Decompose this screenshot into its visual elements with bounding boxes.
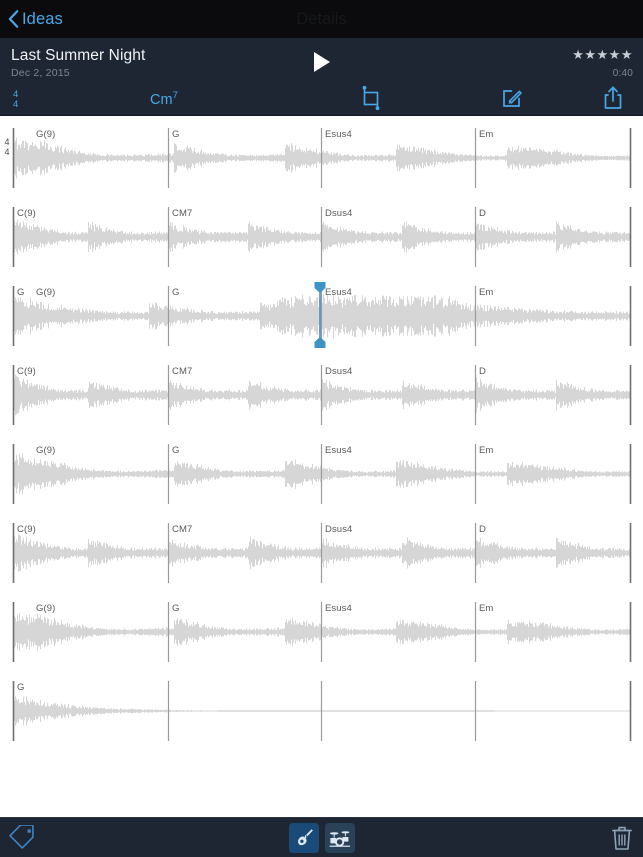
waveform-canvas <box>0 117 643 196</box>
star-rating[interactable]: ★★★★★ <box>572 48 633 61</box>
key-signature-button[interactable]: Cm7 <box>150 90 178 108</box>
edit-pencil-icon <box>503 90 523 107</box>
guitar-icon <box>297 828 313 845</box>
rating-block: ★★★★★ 0:40 <box>572 48 633 79</box>
row-time-signature-numerator: 4 <box>4 137 10 147</box>
waveform-canvas <box>0 591 643 670</box>
instrument-buttons <box>288 822 355 853</box>
crop-button[interactable] <box>300 81 442 115</box>
navigation-bar: Ideas Details <box>0 0 643 38</box>
waveform-row[interactable]: G(9) G Esus4 Em <box>0 591 643 670</box>
edit-button[interactable] <box>442 81 584 115</box>
key-extension: 7 <box>172 90 178 102</box>
waveform-track-area[interactable]: 4 4 G(9) G Esus4 Em C(9) CM7 Dsus4 D G G(9) G Esus4 Em… <box>0 117 643 817</box>
waveform-canvas <box>0 196 643 275</box>
waveform-row[interactable]: C(9) CM7 Dsus4 D <box>0 354 643 433</box>
drums-button[interactable] <box>324 822 355 853</box>
waveform-canvas <box>0 670 643 749</box>
trash-icon <box>611 826 633 850</box>
key-root: Cm <box>150 92 173 108</box>
time-signature-denominator: 4 <box>13 99 19 110</box>
row-time-signature: 44 <box>2 137 12 157</box>
playhead-marker[interactable] <box>313 281 327 349</box>
share-button[interactable] <box>583 81 643 115</box>
header-toolbar: 4 4 Cm7 <box>0 81 643 115</box>
page-title: Details <box>296 9 347 28</box>
share-icon <box>604 86 622 109</box>
tag-icon <box>9 824 34 849</box>
waveform-row[interactable]: C(9) CM7 Dsus4 D <box>0 196 643 275</box>
track-date: Dec 2, 2015 <box>11 67 70 79</box>
waveform-row[interactable]: 4 4 G(9) G Esus4 Em <box>0 117 643 196</box>
drums-icon <box>329 830 350 847</box>
crop-icon <box>362 85 380 111</box>
waveform-canvas <box>0 354 643 433</box>
track-title: Last Summer Night <box>11 47 146 64</box>
waveform-row[interactable]: G <box>0 670 643 749</box>
waveform-row[interactable]: G(9) G Esus4 Em <box>0 433 643 512</box>
waveform-row[interactable]: C(9) CM7 Dsus4 D <box>0 512 643 591</box>
waveform-canvas <box>0 512 643 591</box>
back-label: Ideas <box>22 9 63 28</box>
time-signature-button[interactable]: 4 4 <box>13 90 18 110</box>
chevron-left-icon <box>8 10 19 28</box>
waveform-canvas <box>0 433 643 512</box>
play-icon <box>313 52 330 72</box>
guitar-button[interactable] <box>288 822 319 853</box>
trash-button[interactable] <box>611 825 633 851</box>
play-button[interactable] <box>305 47 339 77</box>
bottom-toolbar <box>0 817 643 857</box>
tag-button[interactable] <box>8 824 38 851</box>
row-time-signature-denominator: 4 <box>4 147 10 157</box>
duration-label: 0:40 <box>612 68 633 79</box>
title-block: Last Summer Night Dec 2, 2015 <box>11 47 145 79</box>
back-button[interactable]: Ideas <box>8 10 63 29</box>
track-info-header: Last Summer Night Dec 2, 2015 ★★★★★ 0:40… <box>0 38 643 116</box>
